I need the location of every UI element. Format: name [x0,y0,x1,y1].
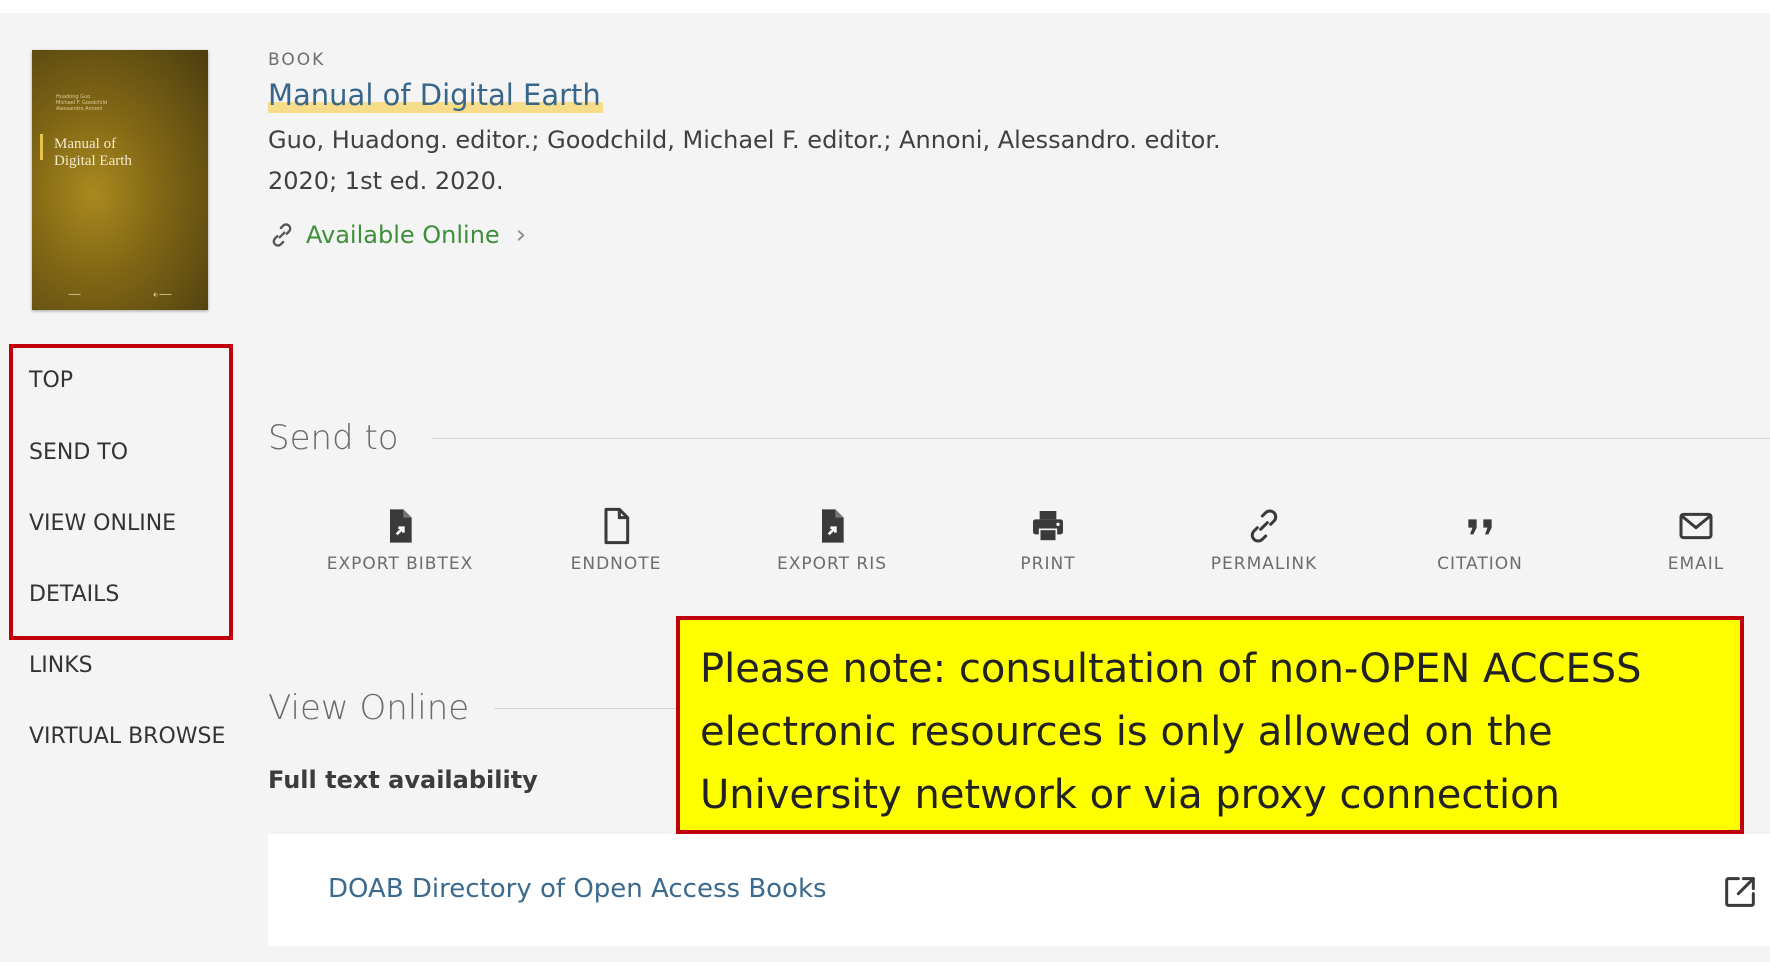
online-resource-row[interactable]: DOAB Directory of Open Access Books [268,834,1770,946]
permalink-button[interactable]: PERMALINK [1179,506,1349,574]
notice-line: Please note: consultation of non-OPEN AC… [700,646,1642,692]
send-to-divider [432,438,1770,439]
full-text-availability-heading: Full text availability [268,766,538,794]
cover-title-line: Manual of [54,136,117,152]
cover-logo-right: ◐ ━━━━ [153,292,172,298]
export-bibtex-label: EXPORT BIBTEX [326,554,474,574]
page: Huadong Guo Michael F. Goodchild Alessan… [0,0,1770,962]
export-bibtex-button[interactable]: EXPORT BIBTEX [315,506,485,574]
nav-item-virtual-browse[interactable]: VIRTUAL BROWSE [29,724,225,749]
permalink-label: PERMALINK [1210,554,1318,574]
cover-editors: Huadong Guo Michael F. Goodchild Alessan… [56,94,166,112]
record-title-link[interactable]: Manual of Digital Earth [268,78,603,113]
resource-provider-link[interactable]: DOAB Directory of Open Access Books [328,874,827,904]
endnote-label: ENDNOTE [570,554,662,574]
print-icon [1033,511,1063,542]
availability-link[interactable]: Available Online › [268,220,526,250]
book-cover-thumbnail[interactable]: Huadong Guo Michael F. Goodchild Alessan… [32,50,208,310]
nav-highlight-box [9,344,233,640]
availability-status: Available Online [306,221,500,249]
export-bibtex-icon [390,509,412,543]
export-ris-button[interactable]: EXPORT RIS [747,506,917,574]
export-ris-icon [822,509,844,543]
endnote-button[interactable]: ENDNOTE [531,506,701,574]
notice-line: electronic resources is only allowed on … [700,709,1553,755]
print-button[interactable]: PRINT [963,506,1133,574]
cover-publisher-logos: ━━━━ ◐ ━━━━ [32,292,208,298]
record-authors: Guo, Huadong. editor.; Goodchild, Michae… [268,126,1221,154]
permalink-icon [1250,509,1278,543]
view-online-heading: View Online [268,688,470,728]
resource-type-label: BOOK [268,50,326,70]
view-online-divider [494,708,684,709]
cover-title: Manual of Digital Earth [54,136,194,170]
notice-line: University network or via proxy connecti… [700,772,1560,818]
email-button[interactable]: EMAIL [1611,506,1770,574]
access-notice-callout: Please note: consultation of non-OPEN AC… [676,616,1744,834]
cover-editor-line: Alessandro Annoni [56,106,103,112]
email-icon [1679,512,1713,540]
chevron-right-icon: › [515,220,527,250]
endnote-icon [604,507,630,545]
cover-logo-left: ━━━━ [68,292,81,298]
citation-label: CITATION [1437,554,1523,574]
citation-button[interactable]: CITATION [1395,506,1565,574]
email-label: EMAIL [1667,554,1725,574]
cover-title-line: Digital Earth [54,153,132,169]
record-edition: 2020; 1st ed. 2020. [268,167,504,195]
send-to-heading: Send to [268,418,399,458]
link-icon [272,223,292,247]
print-label: PRINT [1020,554,1076,574]
cover-accent-bar [40,134,43,160]
export-ris-label: EXPORT RIS [777,554,887,574]
nav-item-links[interactable]: LINKS [29,653,93,678]
citation-icon [1468,519,1492,535]
external-link-icon[interactable] [1720,872,1760,912]
